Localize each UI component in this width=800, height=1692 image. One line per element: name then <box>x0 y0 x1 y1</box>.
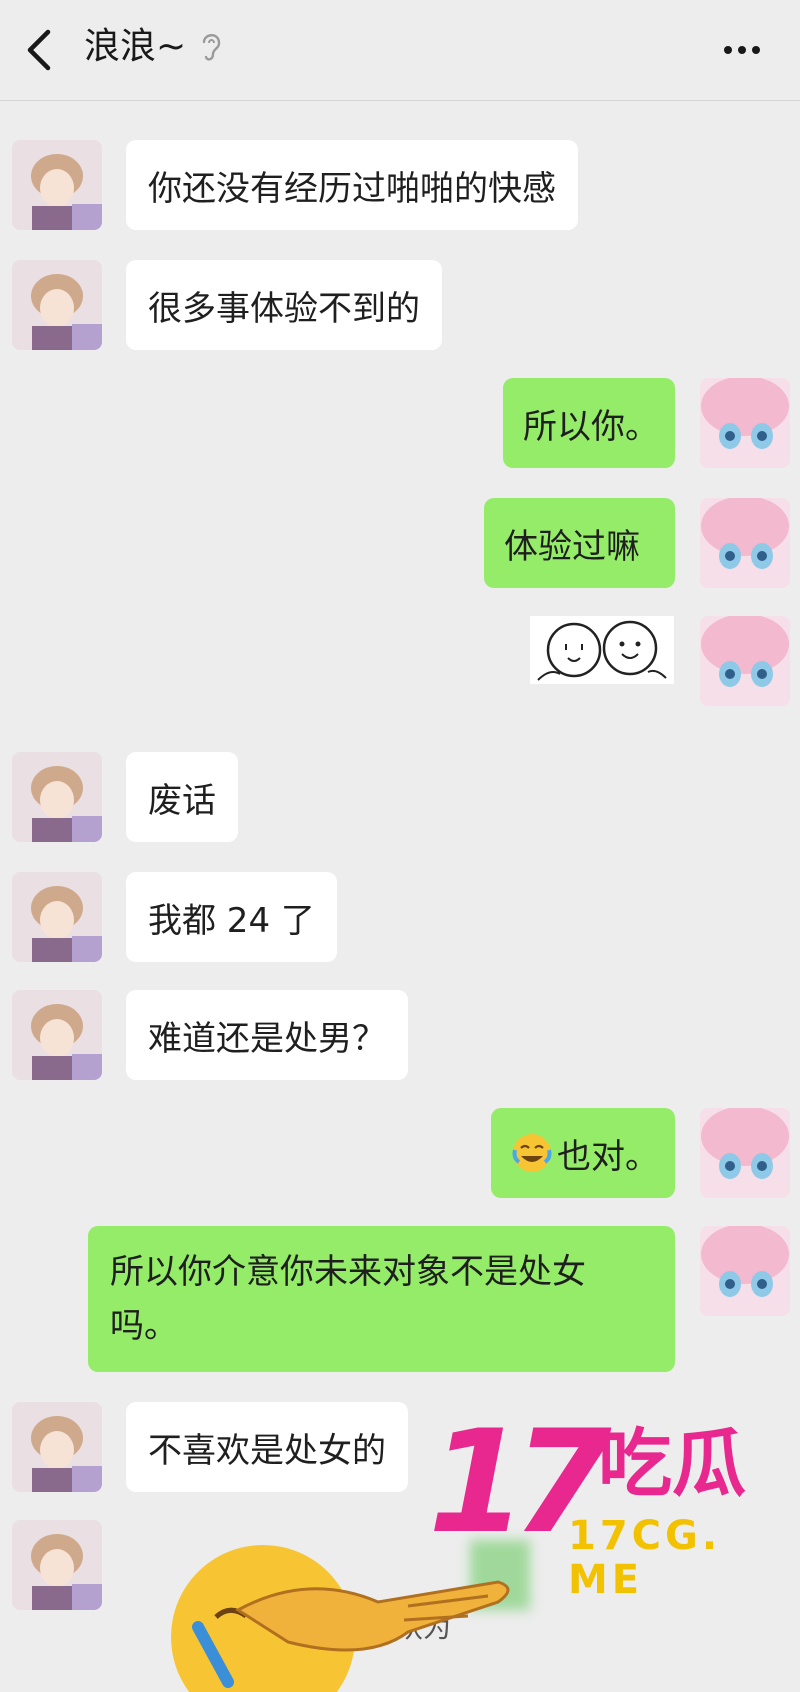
my-avatar[interactable] <box>700 378 790 468</box>
more-options-button[interactable] <box>718 30 766 70</box>
message-text: 难道还是处男？ <box>148 1018 386 1059</box>
contact-avatar[interactable] <box>12 872 102 962</box>
incoming-message: 你还没有经历过啪啪的快感 <box>126 140 578 230</box>
outgoing-message: 也对。 <box>491 1108 675 1198</box>
incoming-message: 不喜欢是处女的 <box>126 1402 408 1492</box>
message-text: 体验过嘛 <box>504 526 640 567</box>
watermark-site: 17CG. ME <box>568 1513 722 1603</box>
my-avatar[interactable] <box>700 1226 790 1316</box>
my-avatar[interactable] <box>700 498 790 588</box>
message-text: 不喜欢是处女的 <box>148 1430 386 1471</box>
contact-avatar[interactable] <box>12 140 102 230</box>
incoming-message: 很多事体验不到的 <box>126 260 442 350</box>
message-text: 你还没有经历过啪啪的快感 <box>148 168 556 209</box>
my-avatar[interactable] <box>700 616 790 706</box>
message-text: 我都 24 了 <box>148 900 315 941</box>
contact-avatar[interactable] <box>12 990 102 1080</box>
contact-name: 浪浪~ <box>84 26 187 67</box>
message-text: 废话 <box>148 780 216 821</box>
contact-avatar[interactable] <box>12 260 102 350</box>
watermark-chinese: 吃瓜 <box>598 1421 746 1507</box>
my-avatar[interactable] <box>700 1108 790 1198</box>
watermark: 17 吃瓜 17CG. ME <box>428 1408 788 1603</box>
contact-avatar[interactable] <box>12 1402 102 1492</box>
ear-icon <box>202 34 221 61</box>
more-dots-icon <box>724 46 760 54</box>
contact-avatar[interactable] <box>12 1520 102 1610</box>
laughing-crying-emoji-icon <box>512 1134 552 1172</box>
message-text: 所以你介意你未来对象不是处女吗。 <box>110 1252 586 1346</box>
message-text: 所以你。 <box>523 406 659 447</box>
outgoing-message: 所以你介意你未来对象不是处女吗。 <box>88 1226 675 1372</box>
incoming-message: 难道还是处男？ <box>126 990 408 1080</box>
two-smiley-faces-sticker[interactable] <box>530 616 674 684</box>
chat-header: 浪浪~ <box>0 0 800 101</box>
incoming-message: 废话 <box>126 752 238 842</box>
back-button[interactable] <box>22 26 62 74</box>
contact-avatar[interactable] <box>12 752 102 842</box>
message-text: 很多事体验不到的 <box>148 288 420 329</box>
chevron-left-icon <box>27 29 51 71</box>
outgoing-message: 所以你。 <box>503 378 675 468</box>
outgoing-message: 体验过嘛 <box>484 498 675 588</box>
incoming-message: 我都 24 了 <box>126 872 337 962</box>
message-text: 也对。 <box>557 1136 659 1177</box>
